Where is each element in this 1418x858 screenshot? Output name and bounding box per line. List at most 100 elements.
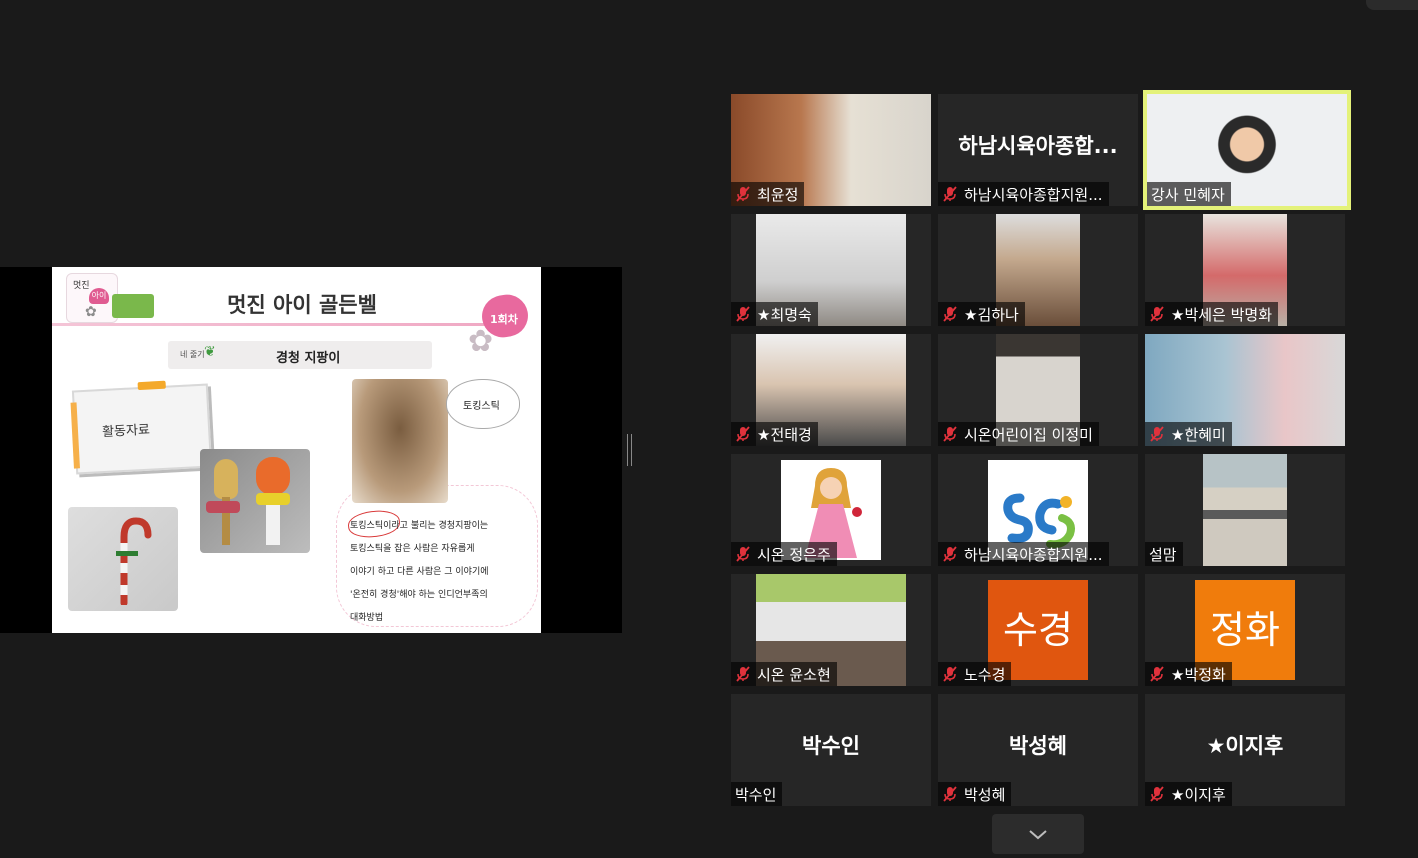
participant-name: ★전태경 bbox=[757, 425, 812, 444]
card-tab bbox=[137, 380, 166, 391]
participant-tile[interactable]: ★최명숙 bbox=[731, 214, 931, 326]
participant-tile[interactable]: 최윤정 bbox=[731, 94, 931, 206]
ribbon bbox=[206, 501, 240, 513]
participant-tile[interactable]: 시온어린이집 이정미 bbox=[938, 334, 1138, 446]
name-tag: ★전태경 bbox=[731, 422, 818, 446]
description-line: 토킹스틱이라고 불리는 경청지팡이는 bbox=[350, 521, 489, 531]
activity-label: 활동자료 bbox=[101, 422, 151, 441]
gallery-next-page-button[interactable] bbox=[992, 814, 1084, 854]
mic-muted-icon bbox=[943, 666, 957, 682]
description-line: 이야기 하고 다른 사람은 그 이야기에 bbox=[350, 567, 489, 577]
participant-display-name: ★이지후 bbox=[1206, 734, 1284, 758]
participant-tile[interactable]: ★김하나 bbox=[938, 214, 1138, 326]
program-logo: 멋진 아이 ✿ bbox=[66, 273, 118, 323]
mic-muted-icon bbox=[1150, 306, 1164, 322]
name-tag: 시온 윤소현 bbox=[731, 662, 837, 686]
shared-screen: 멋진 아이 ✿ 멋진 아이 골든벨 1회차 ✿ 네 줄기 ❦ 경청 지팡이 활동… bbox=[0, 267, 622, 633]
participant-tile[interactable]: 정화 ★박정화 bbox=[1145, 574, 1345, 686]
clover-icon: ✿ bbox=[468, 324, 494, 359]
chevron-down-icon bbox=[1029, 830, 1047, 840]
participant-display-name: 하남시육아종합... bbox=[958, 134, 1118, 158]
slide-title: 멋진 아이 골든벨 bbox=[227, 293, 377, 317]
name-tag: 박수인 bbox=[731, 782, 783, 806]
name-tag: ★박세은 박명화 bbox=[1145, 302, 1279, 326]
participant-name: ★박세은 박명화 bbox=[1171, 305, 1273, 324]
leaf-icon: ❦ bbox=[204, 344, 216, 360]
participant-name: 하남시육아종합지원... bbox=[964, 545, 1103, 564]
mic-muted-icon bbox=[736, 666, 750, 682]
participant-tile[interactable]: ★이지후 ★이지후 bbox=[1145, 694, 1345, 806]
name-tag: 시온 정은주 bbox=[731, 542, 837, 566]
title-underline bbox=[52, 323, 492, 326]
mic-muted-icon bbox=[1150, 786, 1164, 802]
name-tag: 하남시육아종합지원... bbox=[938, 542, 1109, 566]
participant-tile[interactable]: 시온 정은주 bbox=[731, 454, 931, 566]
participant-name: ★김하나 bbox=[964, 305, 1019, 324]
participant-tile[interactable]: ★한혜미 bbox=[1145, 334, 1345, 446]
participant-name: 시온 정은주 bbox=[757, 545, 831, 564]
ribbon bbox=[256, 493, 290, 505]
description-line: '온전히 경청'해야 하는 인디언부족의 bbox=[350, 590, 488, 600]
participant-name: ★최명숙 bbox=[757, 305, 812, 324]
name-tag: ★김하나 bbox=[938, 302, 1025, 326]
mic-muted-icon bbox=[943, 786, 957, 802]
participant-tile[interactable]: 수경 노수경 bbox=[938, 574, 1138, 686]
spoon-craft-photo bbox=[200, 449, 310, 553]
participant-tile[interactable]: 박수인 박수인 bbox=[731, 694, 931, 806]
participant-name: 박수인 bbox=[735, 785, 777, 804]
participant-tile[interactable]: ★전태경 bbox=[731, 334, 931, 446]
participant-name: 최윤정 bbox=[757, 185, 799, 204]
logo-text: 멋진 bbox=[73, 281, 90, 291]
participant-tile[interactable]: 박성혜 박성혜 bbox=[938, 694, 1138, 806]
name-tag: 하남시육아종합지원... bbox=[938, 182, 1109, 206]
center-logo bbox=[112, 294, 154, 318]
participant-name: ★박정화 bbox=[1171, 665, 1226, 684]
spoon-head bbox=[214, 459, 238, 499]
participant-name: 박성혜 bbox=[964, 785, 1006, 804]
subtitle: 경청 지팡이 bbox=[276, 351, 341, 366]
mic-muted-icon bbox=[736, 186, 750, 202]
mic-muted-icon bbox=[736, 426, 750, 442]
participant-name: ★한혜미 bbox=[1171, 425, 1226, 444]
name-tag: ★박정화 bbox=[1145, 662, 1232, 686]
presentation-slide: 멋진 아이 ✿ 멋진 아이 골든벨 1회차 ✿ 네 줄기 ❦ 경청 지팡이 활동… bbox=[52, 267, 541, 633]
candy-cane-icon bbox=[116, 517, 152, 605]
description-line: 대화방법 bbox=[350, 613, 384, 623]
mic-muted-icon bbox=[943, 426, 957, 442]
speech-bubble-text: 토킹스틱 bbox=[463, 401, 500, 412]
participant-name: 시온어린이집 이정미 bbox=[964, 425, 1093, 444]
mic-muted-icon bbox=[943, 306, 957, 322]
name-tag: 시온어린이집 이정미 bbox=[938, 422, 1099, 446]
participant-tile[interactable]: 시온 윤소현 bbox=[731, 574, 931, 686]
session-label: 1회차 bbox=[490, 313, 518, 326]
mic-muted-icon bbox=[943, 546, 957, 562]
description-line: 토킹스틱을 잡은 사람은 자유롭게 bbox=[350, 544, 475, 554]
mic-muted-icon bbox=[736, 306, 750, 322]
participant-display-name: 박성혜 bbox=[1009, 734, 1067, 758]
name-tag: 강사 민혜자 bbox=[1147, 182, 1231, 206]
spoon-head bbox=[256, 457, 290, 495]
participant-name: 설맘 bbox=[1149, 545, 1177, 564]
logo-heart: 아이 bbox=[89, 288, 109, 304]
name-tag: ★최명숙 bbox=[731, 302, 818, 326]
split-view-handle[interactable] bbox=[627, 434, 632, 466]
speech-bubble: 토킹스틱 bbox=[446, 379, 520, 429]
participant-tile[interactable]: ★박세은 박명화 bbox=[1145, 214, 1345, 326]
participant-video bbox=[1203, 454, 1287, 566]
mic-muted-icon bbox=[1150, 666, 1164, 682]
activity-card: 활동자료 bbox=[70, 380, 213, 475]
mic-muted-icon bbox=[943, 186, 957, 202]
participant-tile[interactable]: 하남시육아종합지원... bbox=[938, 454, 1138, 566]
native-chief-photo bbox=[352, 379, 448, 503]
mic-muted-icon bbox=[1150, 426, 1164, 442]
participant-name: 시온 윤소현 bbox=[757, 665, 831, 684]
name-tag: 설맘 bbox=[1145, 542, 1183, 566]
top-bar-handle bbox=[1366, 0, 1418, 10]
slide-description: 토킹스틱이라고 불리는 경청지팡이는 토킹스틱을 잡은 사람은 자유롭게 이야기… bbox=[350, 515, 540, 630]
participant-tile-active-speaker[interactable]: 강사 민혜자 bbox=[1143, 90, 1351, 210]
participant-tile[interactable]: 하남시육아종합... 하남시육아종합지원... bbox=[938, 94, 1138, 206]
participant-name: ★이지후 bbox=[1171, 785, 1226, 804]
participant-name: 노수경 bbox=[964, 665, 1006, 684]
participant-tile[interactable]: 설맘 bbox=[1145, 454, 1345, 566]
subtitle-step: 네 줄기 bbox=[180, 350, 205, 359]
